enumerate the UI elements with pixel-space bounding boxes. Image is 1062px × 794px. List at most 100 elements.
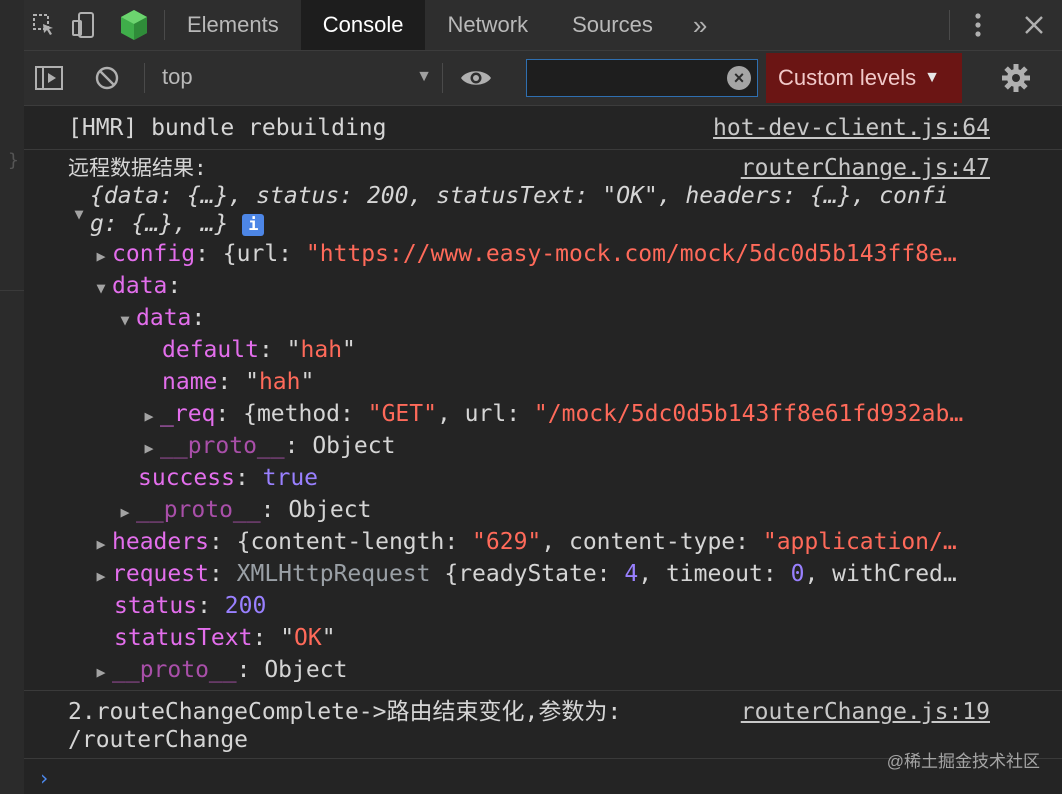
request-type: XMLHttpRequest	[236, 561, 431, 587]
watermark: @稀土掘金技术社区	[886, 752, 1040, 771]
object-summary-line2: g: {…}, …} i	[90, 208, 265, 240]
tree-row-name: name: "hah"	[162, 369, 315, 395]
clear-filter-icon[interactable]: ×	[727, 66, 751, 90]
router-source-link-19[interactable]: routerChange.js:19	[741, 696, 990, 728]
request-withcred-key: , withCred…	[804, 561, 957, 587]
tree-row-proto-data[interactable]: ▶ __proto__: Object	[114, 494, 371, 526]
content-type-value: "application/…	[762, 529, 957, 555]
close-icon[interactable]	[1006, 0, 1062, 50]
key-name: name	[162, 369, 218, 395]
req-url-key: , url:	[436, 401, 534, 427]
proto-value: Object	[288, 497, 372, 523]
tree-row-data[interactable]: ▼ data:	[90, 270, 181, 302]
expand-triangle-right-icon[interactable]: ▶	[90, 560, 112, 592]
tree-row-success: success: true	[138, 465, 319, 491]
key-default: default	[162, 337, 259, 363]
message-divider	[24, 149, 1062, 150]
devtools-tab-bar: Elements Console Network Sources »	[24, 0, 1062, 51]
tree-row-headers[interactable]: ▶ headers: {content-length: "629", conten…	[90, 526, 957, 560]
success-value: true	[262, 465, 319, 491]
tree-row-req[interactable]: ▶ _req: {method: "GET", url: "/mock/5dc0d…	[138, 398, 963, 430]
request-readystate-value: 4	[624, 561, 639, 587]
log-levels-dropdown[interactable]: Custom levels ▼	[766, 53, 962, 103]
content-length-value: "629"	[472, 529, 542, 555]
route-message-line2: /routerChange	[68, 727, 249, 753]
key-data: data	[112, 273, 168, 299]
gutter-divider	[0, 290, 24, 291]
headers-prefix: {content-length:	[236, 529, 473, 555]
req-prefix: {method:	[243, 401, 368, 427]
default-value: hah	[300, 337, 343, 363]
vue-devtools-cube-icon[interactable]	[104, 0, 164, 50]
expand-triangle-right-icon[interactable]: ▶	[138, 432, 160, 464]
key-statustext: statusText	[114, 625, 253, 651]
inspect-element-icon[interactable]	[24, 0, 64, 50]
key-proto: __proto__	[160, 433, 285, 459]
console-prompt-chevron-icon[interactable]: ›	[38, 766, 50, 790]
object-summary-text: {data: {…}, status: 200, statusText: "OK…	[90, 183, 949, 209]
context-selector-label: top	[162, 64, 193, 89]
tree-row-proto-root[interactable]: ▶ __proto__: Object	[90, 654, 347, 686]
expand-triangle-down-icon[interactable]: ▼	[114, 304, 136, 336]
status-value: 200	[224, 593, 267, 619]
console-output: [HMR] bundle rebuilding hot-dev-client.j…	[24, 106, 1062, 794]
request-timeout-key: , timeout:	[638, 561, 791, 587]
expand-triangle-down-icon[interactable]: ▼	[90, 272, 112, 304]
info-icon[interactable]: i	[242, 213, 265, 236]
settings-gear-icon[interactable]	[996, 61, 1036, 95]
toolbar-separator-2	[442, 63, 443, 93]
sidebar-toggle-icon[interactable]	[32, 63, 66, 93]
tree-row-inner-data[interactable]: ▼ data:	[114, 302, 205, 334]
request-readystate-key: {readyState:	[430, 561, 625, 587]
expand-triangle-right-icon[interactable]: ▶	[90, 240, 112, 272]
statustext-value: OK	[294, 625, 322, 651]
req-url-value: "/mock/5dc0d5b143ff8e61fd932ab…	[533, 401, 964, 427]
expand-triangle-down-icon[interactable]: ▼	[68, 198, 90, 230]
key-proto: __proto__	[112, 657, 237, 683]
live-expression-eye-icon[interactable]	[456, 63, 496, 93]
key-success: success	[138, 465, 235, 491]
message-divider	[24, 690, 1062, 691]
tab-sources[interactable]: Sources	[550, 0, 675, 50]
config-url-value: "https://www.easy-mock.com/mock/5dc0d5b1…	[305, 241, 957, 267]
expand-triangle-right-icon[interactable]: ▶	[90, 656, 112, 688]
console-toolbar: top ▼ × Custom levels ▼	[24, 51, 1062, 106]
hmr-source-link[interactable]: hot-dev-client.js:64	[713, 112, 990, 144]
filter-box: ×	[526, 59, 758, 97]
key-proto: __proto__	[136, 497, 261, 523]
hmr-message: [HMR] bundle rebuilding	[68, 115, 387, 141]
tree-row-request[interactable]: ▶ request: XMLHttpRequest {readyState: 4,…	[90, 558, 957, 592]
expand-triangle-right-icon[interactable]: ▶	[138, 400, 160, 432]
filter-input[interactable]	[527, 60, 727, 96]
tree-row-default: default: "hah"	[162, 337, 356, 363]
tree-row-proto-inner[interactable]: ▶ __proto__: Object	[138, 430, 395, 462]
kebab-menu-icon[interactable]	[950, 0, 1006, 50]
log-levels-label: Custom levels	[778, 65, 917, 90]
object-summary-text-cont: g: {…}, …}	[90, 211, 229, 237]
clear-console-icon[interactable]	[90, 63, 124, 93]
left-gutter: }	[0, 0, 24, 794]
gutter-brace-icon: }	[8, 150, 19, 171]
req-method-value: "GET"	[367, 401, 437, 427]
tree-row-status: status: 200	[114, 593, 267, 619]
key-request: request	[112, 561, 209, 587]
key-inner-data: data	[136, 305, 192, 331]
context-selector[interactable]: top ▼	[162, 64, 432, 92]
proto-value: Object	[264, 657, 348, 683]
proto-value: Object	[312, 433, 396, 459]
more-tabs-button[interactable]: »	[675, 0, 725, 50]
request-timeout-value: 0	[790, 561, 805, 587]
tab-network[interactable]: Network	[425, 0, 550, 50]
key-status: status	[114, 593, 198, 619]
expand-triangle-right-icon[interactable]: ▶	[114, 496, 136, 528]
key-req: _req	[160, 401, 216, 427]
tree-row-statustext: statusText: "OK"	[114, 625, 336, 651]
config-value-prefix: {url:	[222, 241, 306, 267]
chevron-down-icon: ▼	[416, 68, 432, 85]
tab-console[interactable]: Console	[300, 0, 426, 50]
device-toolbar-icon[interactable]	[64, 0, 104, 50]
tree-row-config[interactable]: ▶ config: {url: "https://www.easy-mock.co…	[90, 238, 957, 272]
name-value: hah	[258, 369, 301, 395]
tab-elements[interactable]: Elements	[165, 0, 301, 50]
expand-triangle-right-icon[interactable]: ▶	[90, 528, 112, 560]
